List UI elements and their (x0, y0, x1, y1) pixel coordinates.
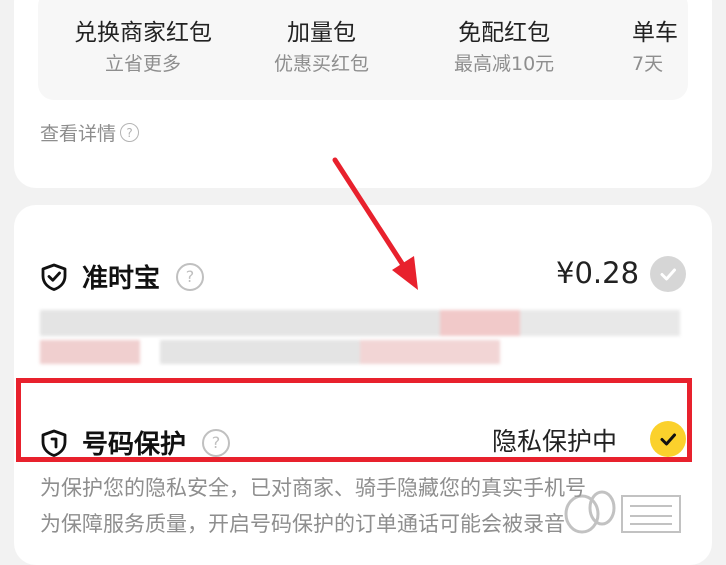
highlight-box (16, 378, 692, 462)
arrow-annotation (332, 157, 418, 290)
privacy-description-line2: 为保障服务质量，开启号码保护的订单通话可能会被录音 (40, 512, 565, 536)
watermark-logo (564, 490, 681, 534)
privacy-description-line1: 为保护您的隐私安全，已对商家、骑手隐藏您的真实手机号 (40, 476, 586, 500)
